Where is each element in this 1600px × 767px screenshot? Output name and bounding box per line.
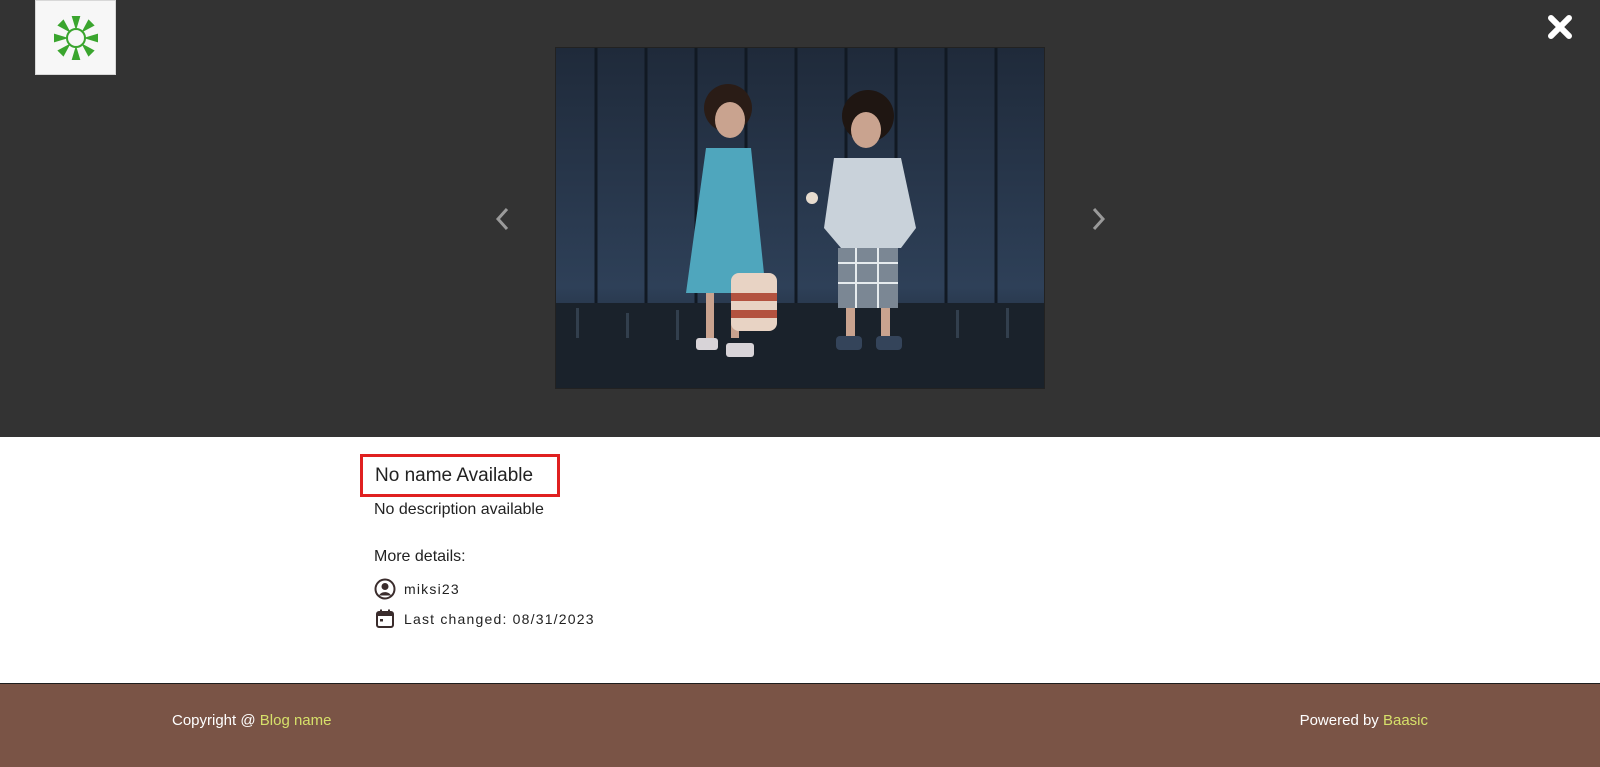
gallery-photo [555,47,1045,389]
previous-image-button[interactable] [492,204,514,234]
image-title: No name Available [375,464,534,486]
two-children-photo [556,48,1044,388]
powered-prefix: Powered by [1299,712,1383,729]
user-circle-icon [374,578,396,600]
title-highlight: No name Available [360,454,560,497]
site-footer: Copyright @ Blog name Powered by Baasic [0,683,1600,767]
next-image-button[interactable] [1087,204,1109,234]
last-changed-text: Last changed: 08/31/2023 [404,611,595,627]
copyright-text: Copyright @ Blog name [172,712,331,729]
chevron-left-icon [495,207,509,231]
chevron-right-icon [1092,207,1106,231]
site-logo[interactable] [35,0,116,75]
close-icon [1548,15,1572,39]
image-details-panel: No name Available No description availab… [0,437,1600,683]
image-viewer [0,0,1600,437]
last-changed-row: Last changed: 08/31/2023 [374,608,595,630]
copyright-prefix: Copyright @ [172,712,260,729]
more-details-label: More details: [374,548,466,565]
image-description: No description available [374,501,544,518]
close-button[interactable] [1545,12,1575,42]
blog-name-link[interactable]: Blog name [260,712,332,729]
baasic-link[interactable]: Baasic [1383,712,1428,729]
calendar-icon [376,609,394,628]
author-row: miksi23 [374,578,460,600]
sun-flower-icon [53,15,98,60]
author-name: miksi23 [404,581,460,597]
powered-by-text: Powered by Baasic [1300,712,1428,729]
